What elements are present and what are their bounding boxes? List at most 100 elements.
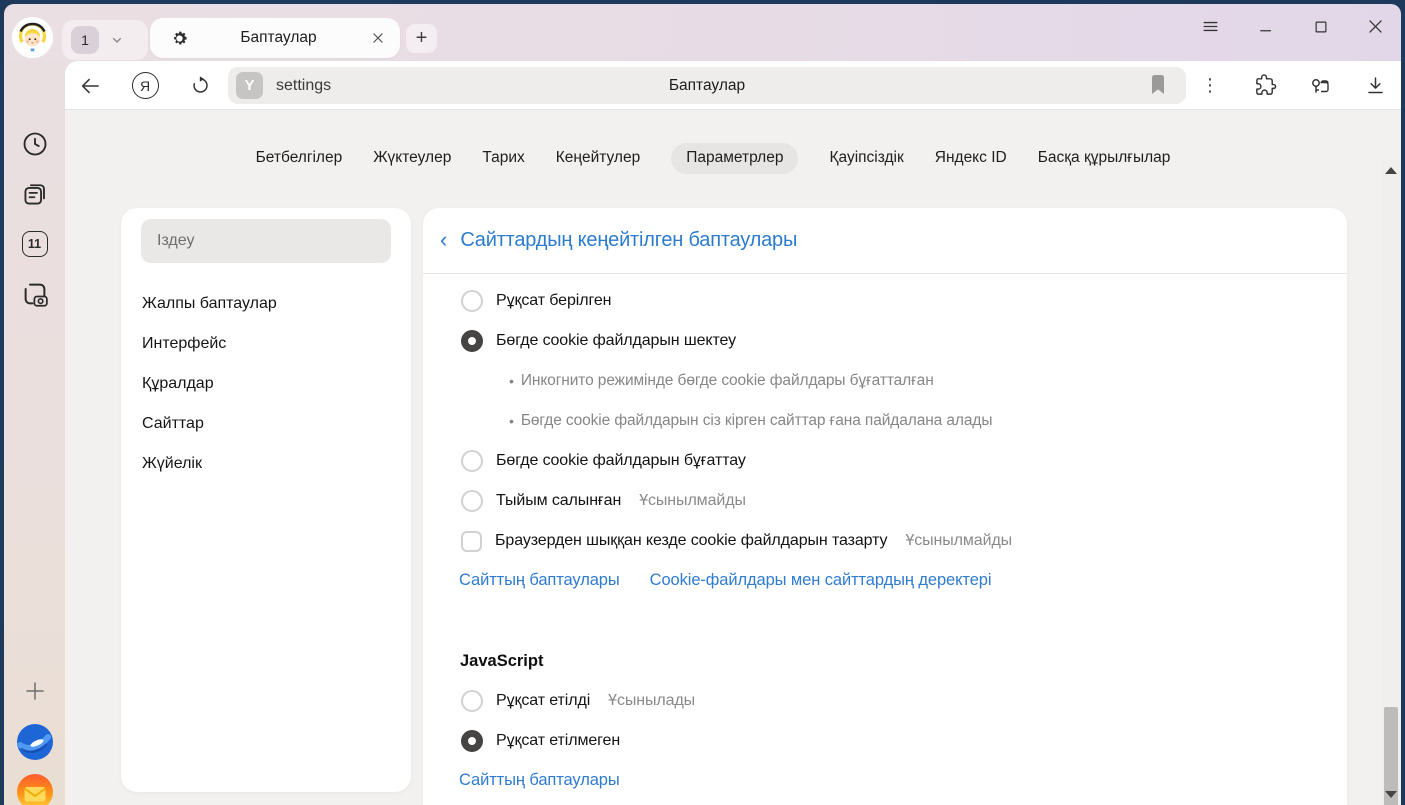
nav-tab[interactable]: Яндекс ID [935,149,1007,167]
option-hint: Ұсынылмайды [639,492,746,510]
radio-row[interactable]: Рұқсат етілді Ұсынылады [423,681,1347,721]
tab-strip: 1 Баптаулар + [4,4,1401,61]
screenshot-icon[interactable] [20,279,50,309]
nav-tab[interactable]: Жүктеулер [373,149,451,167]
scrollbar[interactable] [1381,159,1401,805]
extensions-icon[interactable] [1247,61,1283,110]
browser-menu-icon[interactable] [1194,10,1227,43]
history-icon[interactable] [21,130,49,158]
note-text: Бөгде cookie файлдарын сіз кірген сайтта… [521,412,993,430]
option-label: Тыйым салынған [496,492,621,510]
option-label: Рұқсат етілді [496,692,590,710]
settings-page: Бетбелгілер Жүктеулер Тарих Кеңейтулер Парам… [65,110,1401,805]
gear-icon [170,29,189,48]
settings-link[interactable]: Cookie-файлдары мен сайттардың деректері [650,571,992,590]
checkbox-row[interactable]: Браузерден шыққан кезде cookie файлдарын… [423,521,1347,561]
reload-icon[interactable] [182,61,218,110]
settings-rows: Рұқсат берілген Бөгде cookie файлдарын ше… [423,274,1347,799]
radio-unchecked[interactable] [461,490,483,512]
option-hint: Ұсынылады [608,692,695,710]
option-note: • Бөгде cookie файлдарын сіз кірген сайтт… [423,401,1347,441]
nav-tab[interactable]: Кеңейтулер [556,149,640,167]
settings-menu: Жалпы баптауларИнтерфейсҚұралдарСайттарЖ… [142,284,401,484]
yandex-home-icon[interactable]: Я [127,61,163,110]
radio-row[interactable]: Бөгде cookie файлдарын шектеу [423,321,1347,361]
password-manager-icon[interactable] [1302,61,1338,110]
section-title: JavaScript [423,641,1347,681]
avatar-illustration [12,17,53,58]
browser-tab-settings[interactable]: Баптаулар [150,18,400,58]
nav-tab[interactable]: Қауіпсіздік [829,149,903,167]
tab-title: Баптаулар [189,29,368,47]
option-note: • Инкогнито режимінде бөгде cookie файлда… [423,361,1347,401]
option-label: Браузерден шыққан кезде cookie файлдарын… [495,532,887,550]
new-tab-button[interactable]: + [406,24,437,53]
option-label: Бөгде cookie файлдарын бұғаттау [496,452,746,470]
close-icon[interactable] [1359,10,1392,43]
radio-checked[interactable] [461,730,483,752]
add-panel-icon[interactable] [23,679,47,703]
nav-tab[interactable]: Тарих [482,149,524,167]
back-icon[interactable] [72,61,108,110]
downloads-icon[interactable] [1357,61,1393,110]
radio-unchecked[interactable] [461,450,483,472]
settings-menu-item[interactable]: Құралдар [142,364,401,404]
back-chevron-icon[interactable]: ‹ [440,229,447,251]
yandex-mail-icon[interactable] [16,773,54,805]
tab-group-selector[interactable]: 1 [62,20,148,60]
radio-checked[interactable] [461,330,483,352]
settings-sidebar-panel: Жалпы баптауларИнтерфейсҚұралдарСайттарЖ… [121,208,411,792]
radio-row[interactable]: Тыйым салынған Ұсынылмайды [423,481,1347,521]
page-title[interactable]: Сайттардың кеңейтілген баптаулары [460,229,797,252]
radio-unchecked[interactable] [461,290,483,312]
option-label: Бөгде cookie файлдарын шектеу [496,332,736,350]
address-bar[interactable]: Y settings Баптаулар [228,67,1186,104]
settings-link[interactable]: Сайттың баптаулары [459,571,620,590]
radio-unchecked[interactable] [461,690,483,712]
option-label: Рұқсат берілген [496,292,611,310]
settings-menu-item[interactable]: Жүйелік [142,444,401,484]
browser-sidebar: 11 [4,61,65,805]
toolbar: Я Y settings Баптаулар ⋮ [65,61,1401,110]
nav-tab[interactable]: Бетбелгілер [256,149,343,167]
bullet-icon: • [509,413,514,429]
page-actions-icon[interactable]: ⋮ [1192,61,1228,110]
radio-row[interactable]: Рұқсат етілмеген [423,721,1347,761]
settings-menu-item[interactable]: Интерфейс [142,324,401,364]
search-input[interactable] [141,219,391,263]
links-row: Сайттың баптаулары Cookie-файлдары мен са… [423,561,1347,599]
settings-menu-item[interactable]: Жалпы баптаулар [142,284,401,324]
section-spacer [423,599,1347,641]
notes-icon[interactable] [21,180,49,208]
scroll-up-icon[interactable] [1385,167,1397,174]
nav-tab[interactable]: Параметрлер [671,143,798,174]
links-row: Сайттың баптаулары [423,761,1347,799]
option-hint: Ұсынылмайды [905,532,1012,550]
bullet-icon: • [509,373,514,389]
address-bar-page-title: Баптаулар [228,77,1186,95]
main-area: Я Y settings Баптаулар ⋮ [65,61,1401,805]
checkbox-unchecked[interactable] [461,531,482,552]
screen: 1 Баптаулар + [0,0,1405,805]
chevron-down-icon[interactable] [109,32,125,48]
radio-row[interactable]: Бөгде cookie файлдарын бұғаттау [423,441,1347,481]
nav-tab[interactable]: Басқа құрылғылар [1038,149,1171,167]
settings-menu-item[interactable]: Сайттар [142,404,401,444]
bookmark-icon[interactable] [1150,75,1166,100]
note-text: Инкогнито режимінде бөгде cookie файлдар… [521,372,934,390]
tab-group-badge[interactable]: 1 [71,26,99,54]
tab-close-icon[interactable] [368,28,388,48]
content-header: ‹ Сайттардың кеңейтілген баптаулары [423,208,1347,274]
window-controls [1194,10,1392,43]
browser-window: 1 Баптаулар + [4,4,1401,805]
settings-link[interactable]: Сайттың баптаулары [459,771,620,790]
radio-row[interactable]: Рұқсат берілген [423,281,1347,321]
tab-counter-icon[interactable]: 11 [22,231,48,257]
minimize-icon[interactable] [1249,10,1282,43]
settings-content-panel: ‹ Сайттардың кеңейтілген баптаулары Рұқс… [423,208,1347,805]
profile-avatar[interactable] [12,17,53,58]
scroll-down-icon[interactable] [1385,791,1397,798]
option-label: Рұқсат етілмеген [496,732,620,750]
maximize-icon[interactable] [1304,10,1337,43]
yandex-disk-icon[interactable] [16,723,54,761]
